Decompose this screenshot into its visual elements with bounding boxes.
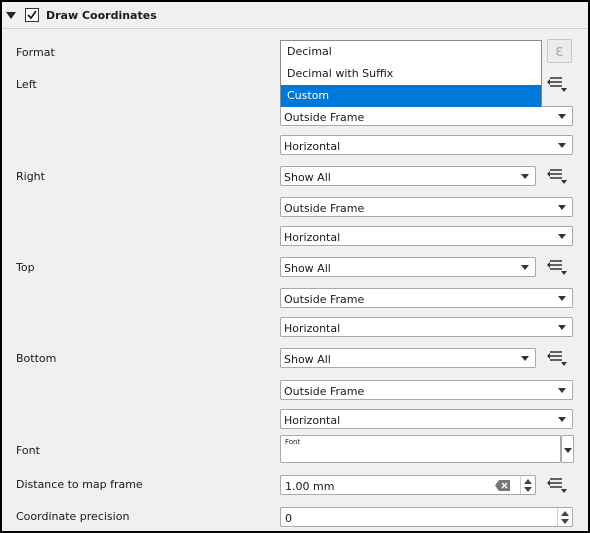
bottom-display-combo[interactable]: Show All: [280, 348, 536, 368]
data-defined-override-icon: [547, 169, 567, 184]
spin-down-icon[interactable]: [524, 487, 532, 492]
label-left: Left: [16, 78, 37, 91]
top-position-combo[interactable]: Outside Frame: [280, 288, 573, 308]
chevron-down-icon: [558, 114, 566, 119]
bottom-direction-value: Horizontal: [284, 414, 341, 427]
format-option-decimal[interactable]: Decimal: [281, 41, 541, 63]
chevron-down-icon: [521, 356, 529, 361]
distance-value: 1.00 mm: [285, 480, 335, 493]
label-font: Font: [16, 444, 40, 457]
data-defined-override-icon: [547, 260, 567, 275]
right-display-value: Show All: [284, 171, 331, 184]
clear-icon[interactable]: [495, 480, 511, 491]
chevron-down-icon: [558, 234, 566, 239]
label-precision: Coordinate precision: [16, 510, 130, 523]
left-data-defined-button[interactable]: [545, 73, 571, 95]
label-format: Format: [16, 46, 55, 59]
chevron-down-icon: [558, 325, 566, 330]
bottom-position-combo[interactable]: Outside Frame: [280, 380, 573, 400]
spin-down-icon[interactable]: [561, 519, 569, 524]
label-bottom: Bottom: [16, 352, 57, 365]
format-option-decimal-with-suffix[interactable]: Decimal with Suffix: [281, 63, 541, 85]
label-distance: Distance to map frame: [16, 478, 143, 491]
font-button[interactable]: Font: [280, 435, 561, 463]
top-position-value: Outside Frame: [284, 293, 365, 306]
right-position-value: Outside Frame: [284, 202, 365, 215]
group-header: Draw Coordinates: [2, 2, 588, 29]
chevron-down-icon: [521, 174, 529, 179]
top-direction-value: Horizontal: [284, 322, 341, 335]
bottom-data-defined-button[interactable]: [545, 347, 571, 369]
right-display-combo[interactable]: Show All: [280, 166, 536, 186]
spin-up-icon[interactable]: [561, 511, 569, 516]
font-menu-button[interactable]: [561, 435, 574, 463]
bottom-direction-combo[interactable]: Horizontal: [280, 409, 573, 429]
data-defined-override-icon: [547, 478, 567, 493]
chevron-down-icon: [564, 448, 572, 453]
spin-up-icon[interactable]: [524, 479, 532, 484]
draw-coordinates-panel: Draw Coordinates Format Left Right Top B…: [2, 2, 588, 531]
right-direction-value: Horizontal: [284, 231, 341, 244]
precision-spinbox[interactable]: 0: [280, 507, 573, 527]
left-position-combo[interactable]: Outside Frame: [280, 106, 573, 126]
chevron-down-icon: [521, 265, 529, 270]
top-display-value: Show All: [284, 262, 331, 275]
data-defined-override-icon: [547, 77, 567, 92]
format-option-custom[interactable]: Custom: [281, 85, 541, 107]
precision-stepper[interactable]: [557, 508, 572, 526]
draw-coordinates-checkbox[interactable]: [25, 8, 39, 22]
group-title: Draw Coordinates: [46, 9, 157, 22]
expression-button[interactable]: ε: [547, 39, 572, 63]
bottom-position-value: Outside Frame: [284, 385, 365, 398]
font-value: Font: [285, 438, 301, 446]
chevron-down-icon: [558, 296, 566, 301]
data-defined-override-icon: [547, 351, 567, 366]
top-display-combo[interactable]: Show All: [280, 257, 536, 277]
chevron-down-icon: [558, 388, 566, 393]
top-direction-combo[interactable]: Horizontal: [280, 317, 573, 337]
chevron-down-icon[interactable]: [6, 12, 16, 19]
left-position-value: Outside Frame: [284, 111, 365, 124]
left-direction-value: Horizontal: [284, 140, 341, 153]
distance-stepper[interactable]: [520, 476, 535, 494]
checkmark-icon: [27, 10, 37, 20]
distance-spinbox[interactable]: 1.00 mm: [280, 475, 536, 495]
chevron-down-icon: [558, 143, 566, 148]
right-position-combo[interactable]: Outside Frame: [280, 197, 573, 217]
label-top: Top: [16, 261, 35, 274]
chevron-down-icon: [558, 417, 566, 422]
left-direction-combo[interactable]: Horizontal: [280, 135, 573, 155]
right-data-defined-button[interactable]: [545, 165, 571, 187]
right-direction-combo[interactable]: Horizontal: [280, 226, 573, 246]
precision-value: 0: [285, 512, 292, 525]
chevron-down-icon: [558, 205, 566, 210]
distance-data-defined-button[interactable]: [545, 474, 571, 496]
bottom-display-value: Show All: [284, 353, 331, 366]
epsilon-icon: ε: [555, 41, 564, 60]
top-data-defined-button[interactable]: [545, 256, 571, 278]
label-right: Right: [16, 170, 45, 183]
format-dropdown-list: Decimal Decimal with Suffix Custom: [280, 40, 542, 107]
